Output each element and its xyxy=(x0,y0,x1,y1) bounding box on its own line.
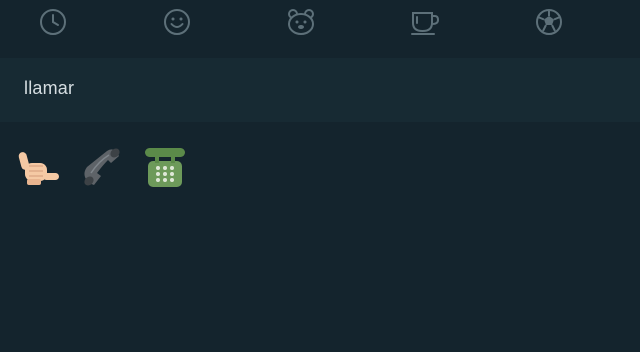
bear-icon xyxy=(288,9,314,35)
telephone-emoji[interactable] xyxy=(140,142,190,192)
telephone-receiver-icon xyxy=(84,148,120,186)
smiley-icon xyxy=(164,9,190,35)
tab-activity[interactable] xyxy=(533,6,565,38)
emoji-category-tabs xyxy=(0,0,640,59)
call-me-hand-emoji[interactable] xyxy=(12,142,62,192)
soccer-ball-icon xyxy=(536,9,562,35)
emoji-panel: llamar xyxy=(0,0,640,352)
telephone-icon xyxy=(145,148,185,187)
call-me-hand-icon xyxy=(18,152,59,185)
tab-animals[interactable] xyxy=(285,6,317,38)
tab-smileys[interactable] xyxy=(161,6,193,38)
tab-recent[interactable] xyxy=(37,6,69,38)
tab-food[interactable] xyxy=(409,6,441,38)
cup-icon xyxy=(411,12,440,35)
clock-icon xyxy=(40,9,66,35)
search-bar[interactable]: llamar xyxy=(0,58,640,122)
telephone-receiver-emoji[interactable] xyxy=(76,142,126,192)
emoji-results xyxy=(12,142,190,192)
search-query[interactable]: llamar xyxy=(24,78,74,99)
